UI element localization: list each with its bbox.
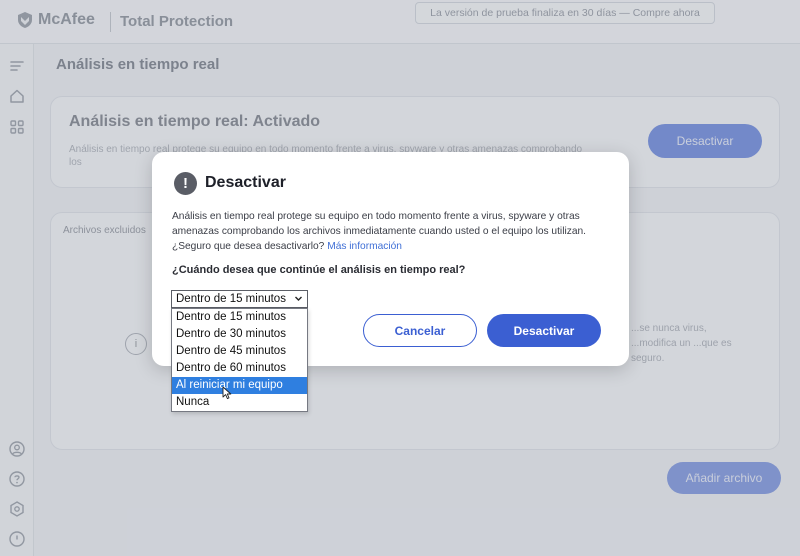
resume-time-dropdown: Dentro de 15 minutos Dentro de 30 minuto… xyxy=(171,308,308,412)
more-info-link[interactable]: Más información xyxy=(327,241,402,252)
dropdown-option[interactable]: Dentro de 30 minutos xyxy=(172,326,307,343)
dropdown-option-highlighted[interactable]: Al reiniciar mi equipo xyxy=(172,377,307,394)
chevron-down-icon xyxy=(295,296,302,301)
dialog-body: Análisis en tiempo real protege su equip… xyxy=(172,209,612,254)
confirm-deactivate-button[interactable]: Desactivar xyxy=(487,314,601,347)
dropdown-option[interactable]: Dentro de 45 minutos xyxy=(172,343,307,360)
resume-time-select-value: Dentro de 15 minutos xyxy=(176,293,286,305)
dropdown-option[interactable]: Dentro de 15 minutos xyxy=(172,309,307,326)
dropdown-option[interactable]: Dentro de 60 minutos xyxy=(172,360,307,377)
warning-icon: ! xyxy=(174,172,197,195)
cancel-button[interactable]: Cancelar xyxy=(363,314,477,347)
resume-question: ¿Cuándo desea que continúe el análisis e… xyxy=(172,264,466,276)
dropdown-option[interactable]: Nunca xyxy=(172,394,307,411)
mouse-cursor-icon xyxy=(222,386,232,400)
resume-time-select[interactable]: Dentro de 15 minutos xyxy=(171,290,308,308)
dialog-title: Desactivar xyxy=(205,174,286,191)
